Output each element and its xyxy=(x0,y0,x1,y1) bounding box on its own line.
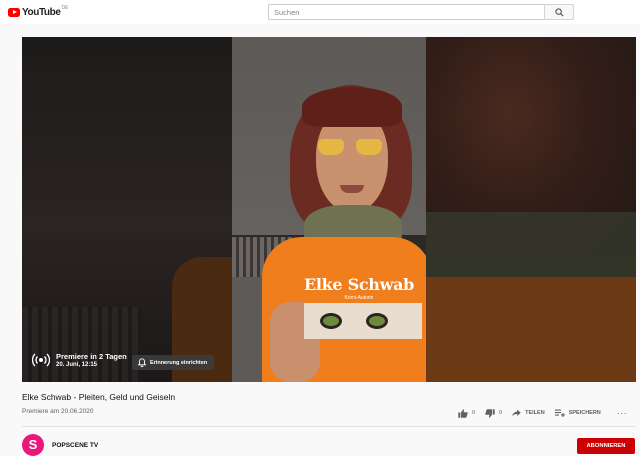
premiere-text: Premiere in 2 Tagen 20. Juni, 12:15 xyxy=(56,352,127,368)
save-button[interactable]: SPEICHERN xyxy=(554,409,601,417)
printed-eye-right xyxy=(366,313,388,329)
logo-region: DE xyxy=(61,5,69,11)
share-label: TEILEN xyxy=(525,410,545,416)
youtube-logo[interactable]: YouTube DE xyxy=(8,4,68,20)
thumbs-down-icon xyxy=(485,408,495,418)
like-button[interactable]: 0 xyxy=(458,408,476,418)
logo-text: YouTube xyxy=(22,6,61,18)
channel-name[interactable]: POPSCENE TV xyxy=(52,442,98,449)
blurred-shirt-right xyxy=(426,277,636,382)
bangs xyxy=(302,87,402,127)
playlist-add-icon xyxy=(554,409,565,417)
glasses-left-lens xyxy=(318,139,344,155)
set-reminder-button[interactable]: Erinnerung einrichten xyxy=(132,355,214,370)
premiere-badge: Premiere in 2 Tagen 20. Juni, 12:15 xyxy=(32,347,127,373)
glasses-right-lens xyxy=(356,139,382,155)
video-frame: Elke Schwab Krimi-Autorin xyxy=(232,37,426,382)
search-input[interactable]: Suchen xyxy=(268,4,545,20)
premiere-datetime: 20. Juni, 12:15 xyxy=(56,362,98,368)
bell-icon xyxy=(138,358,146,367)
dislike-count: 0 xyxy=(499,410,503,416)
video-player[interactable]: Elke Schwab Krimi-Autorin Premiere in 2 … xyxy=(22,37,636,382)
masthead: YouTube DE Suchen xyxy=(0,0,640,24)
search-button[interactable] xyxy=(544,4,574,20)
premiere-info: Premiere am 20.06.2020 xyxy=(22,408,94,415)
search-icon xyxy=(555,8,564,17)
shirt-print-name: Elke Schwab xyxy=(303,275,415,294)
reminder-label: Erinnerung einrichten xyxy=(150,359,208,366)
premiere-countdown: Premiere in 2 Tagen xyxy=(56,352,127,361)
thumbs-up-icon xyxy=(458,408,468,418)
youtube-play-icon xyxy=(8,7,20,17)
video-actions: 0 0 TEILEN SPEICHERN ··· xyxy=(458,406,627,420)
shirt-print-subtitle: Krimi-Autorin xyxy=(344,295,374,301)
shirt-eyes-print xyxy=(304,303,422,339)
share-button[interactable]: TEILEN xyxy=(512,409,545,417)
more-actions-button[interactable]: ··· xyxy=(617,408,628,418)
video-title: Elke Schwab - Pleiten, Geld und Geiseln xyxy=(22,392,176,402)
subscribe-button[interactable]: ABONNIEREN xyxy=(577,438,635,454)
dislike-button[interactable]: 0 xyxy=(485,408,503,418)
channel-avatar[interactable]: S xyxy=(22,434,44,456)
divider xyxy=(22,426,636,427)
save-label: SPEICHERN xyxy=(568,410,601,416)
broadcast-icon xyxy=(32,353,50,367)
like-count: 0 xyxy=(472,410,476,416)
share-icon xyxy=(512,409,521,417)
printed-eye-left xyxy=(320,313,342,329)
